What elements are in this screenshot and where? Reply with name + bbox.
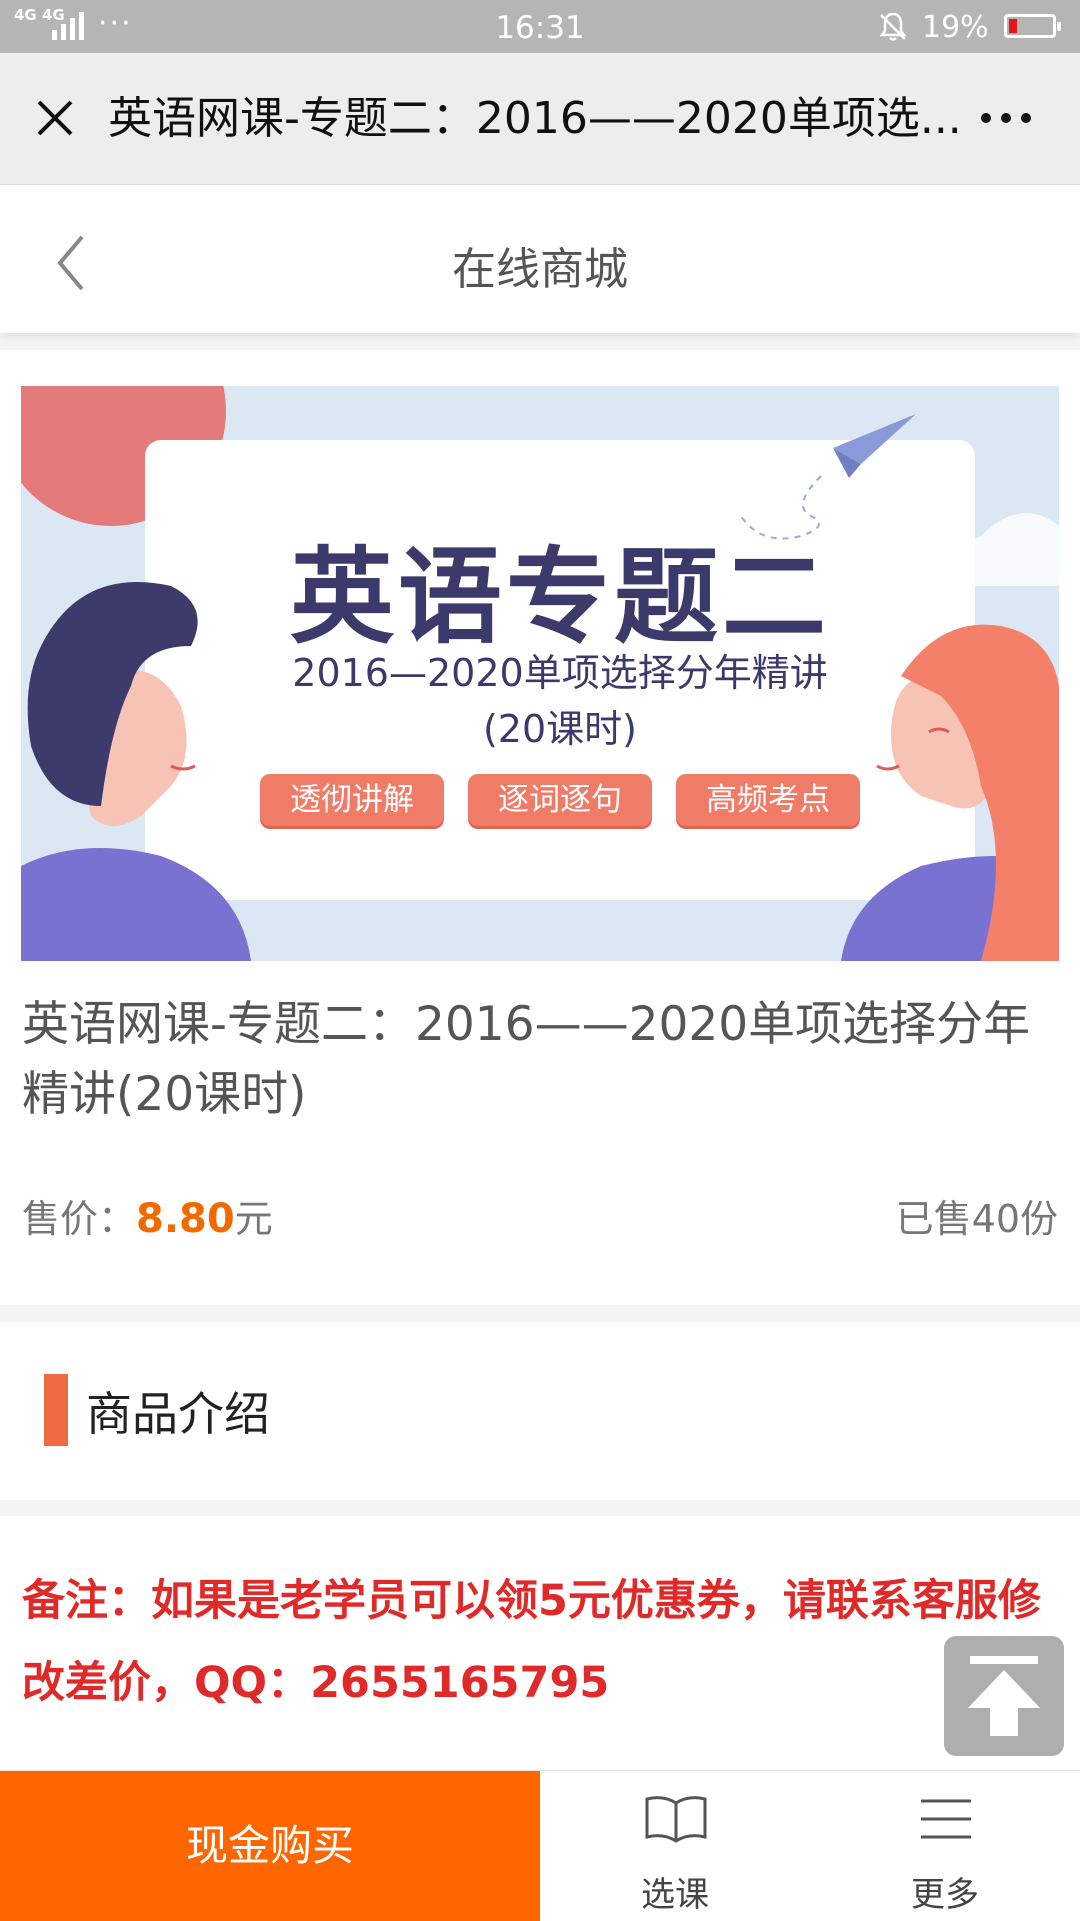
banner-tag: 透彻讲解 — [260, 774, 444, 826]
more-tab-label: 更多 — [911, 1875, 979, 1915]
banner-subtitle: 2016—2020单项选择分年精讲 — [292, 651, 828, 695]
cash-buy-button[interactable]: 现金购买 — [0, 1771, 540, 1921]
status-bar: 4G 4G ··· 16:31 19% — [0, 0, 1080, 53]
product-title: 英语网课-专题二：2016——2020单项选择分年精讲(20课时) — [22, 997, 1031, 1122]
status-time: 16:31 — [495, 10, 585, 46]
courses-tab-label: 选课 — [641, 1875, 709, 1915]
bottom-action-bar: 现金购买 选课 更多 — [0, 1770, 1080, 1921]
product-banner-image[interactable]: 英语专题二 2016—2020单项选择分年精讲 (20课时) 透彻讲解 逐词逐句… — [21, 386, 1059, 961]
sold-count: 已售40份 — [895, 1197, 1058, 1241]
webview-title: 英语网课-专题二：2016——2020单项选... — [108, 93, 958, 144]
banner-tag: 逐词逐句 — [468, 774, 652, 826]
bell-muted-icon — [879, 12, 907, 41]
banner-subtitle-hours: (20课时) — [482, 707, 637, 751]
menu-lines-icon — [921, 1799, 971, 1839]
price-row: 售价：8.80元 已售40份 — [22, 1188, 1058, 1243]
intro-section: 商品介绍 — [0, 1322, 1080, 1500]
more-tab[interactable]: 更多 — [810, 1771, 1080, 1921]
arrow-up-icon — [968, 1656, 1040, 1736]
product-card: 英语专题二 2016—2020单项选择分年精讲 (20课时) 透彻讲解 逐词逐句… — [0, 350, 1080, 1305]
banner-headline: 英语专题二 — [289, 535, 830, 658]
back-to-top-button[interactable] — [944, 1636, 1064, 1756]
page-title: 在线商城 — [452, 244, 628, 295]
webview-title-bar: 英语网课-专题二：2016——2020单项选... — [0, 53, 1080, 185]
open-book-icon — [645, 1796, 707, 1843]
close-icon[interactable] — [30, 93, 80, 143]
price-value: 8.80 — [136, 1196, 235, 1242]
banner-tag: 高频考点 — [676, 774, 860, 826]
price-label: 售价： — [22, 1197, 137, 1241]
banner-tags: 透彻讲解 逐词逐句 高频考点 — [145, 774, 975, 826]
battery-icon — [1004, 14, 1061, 38]
more-dots-icon[interactable] — [978, 93, 1034, 143]
section-accent-bar — [44, 1374, 68, 1446]
page-header: 在线商城 — [0, 185, 1080, 333]
section-heading: 商品介绍 — [86, 1387, 270, 1441]
battery-percent: 19% — [922, 10, 989, 45]
courses-tab[interactable]: 选课 — [540, 1771, 810, 1921]
description-note: 备注：如果是老学员可以领5元优惠券，请联系客服修改差价，QQ：265516579… — [22, 1576, 1041, 1708]
price-unit: 元 — [234, 1197, 273, 1241]
